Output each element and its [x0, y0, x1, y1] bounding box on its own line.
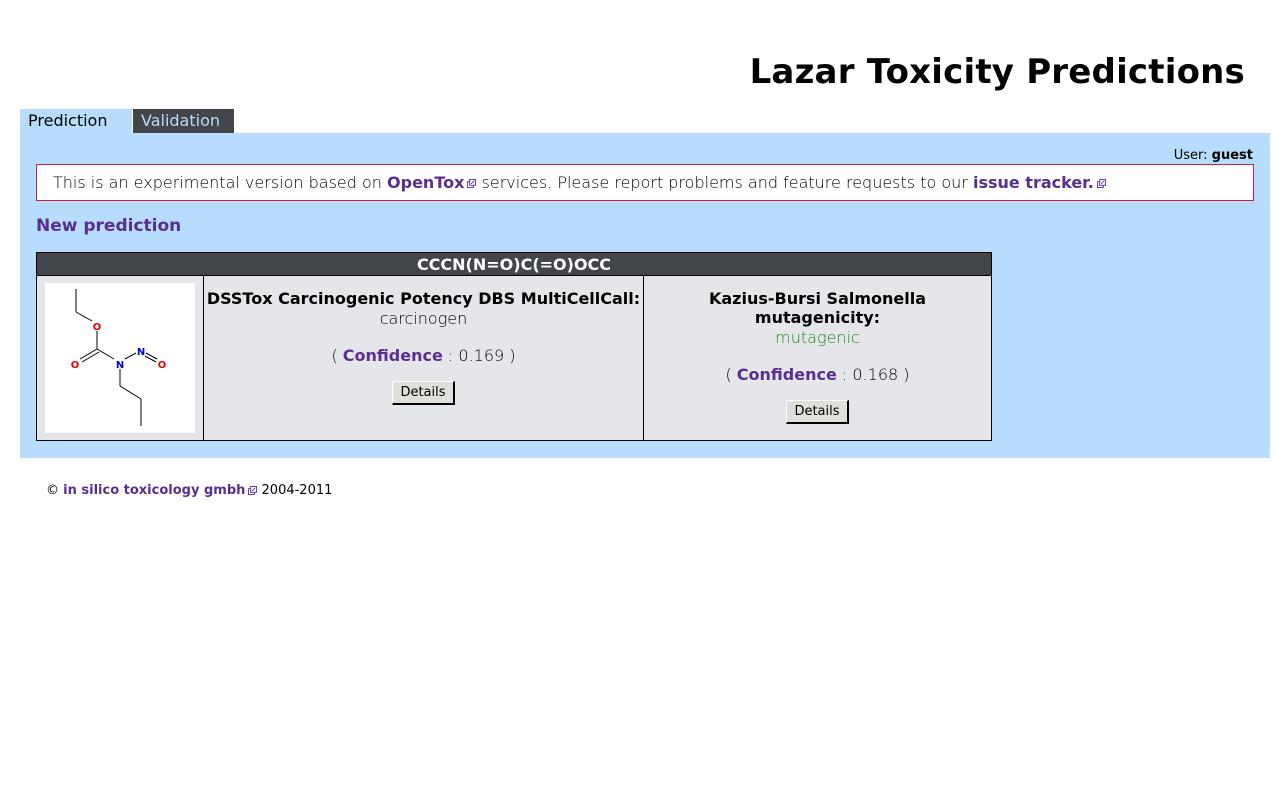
- molecule-diagram: O O N N O: [71, 289, 167, 426]
- user-name: guest: [1211, 148, 1253, 163]
- main-panel: User: guest This is an experimental vers…: [20, 133, 1270, 458]
- confidence-value: 0.169: [458, 346, 505, 365]
- user-label: User:: [1173, 148, 1208, 163]
- details-button[interactable]: Details: [392, 381, 455, 405]
- tab-validation[interactable]: Validation: [133, 109, 234, 133]
- notice-text-before: This is an experimental version based on: [53, 173, 382, 192]
- structure-cell: O O N N O: [36, 275, 204, 441]
- confidence-link[interactable]: Confidence: [737, 365, 837, 384]
- opentox-link[interactable]: OpenTox: [387, 173, 477, 192]
- notice-text-middle: services. Please report problems and fea…: [481, 173, 968, 192]
- confidence-link[interactable]: Confidence: [343, 346, 443, 365]
- external-link-icon: [467, 179, 477, 188]
- experimental-notice: This is an experimental version based on…: [36, 164, 1254, 201]
- tab-prediction[interactable]: Prediction: [20, 109, 132, 133]
- external-link-icon: [1096, 179, 1106, 188]
- atom-label: O: [158, 360, 167, 371]
- model-cell-mutagenicity: Kazius-Bursi Salmonella mutagenicity: mu…: [643, 275, 992, 441]
- prediction-result: carcinogen: [379, 309, 468, 328]
- page-title: Lazar Toxicity Predictions: [749, 52, 1245, 92]
- copyright-years: 2004-2011: [261, 483, 333, 498]
- table-row: O O N N O DSSTox Carcinogenic Potency DB…: [36, 275, 992, 441]
- atom-label: N: [137, 347, 145, 358]
- molecule-structure-image: O O N N O: [45, 283, 195, 433]
- prediction-result: mutagenic: [775, 328, 860, 347]
- atom-label: O: [71, 360, 80, 371]
- confidence-value: 0.168: [852, 365, 899, 384]
- company-link[interactable]: in silico toxicology gmbh: [63, 483, 258, 498]
- copyright-symbol: ©: [46, 483, 59, 498]
- confidence-line: ( Confidence : 0.169 ): [331, 346, 516, 365]
- issue-tracker-link[interactable]: issue tracker.: [973, 173, 1106, 192]
- new-prediction-link[interactable]: New prediction: [36, 216, 181, 236]
- atom-label: N: [116, 360, 124, 371]
- tab-bar: Prediction Validation: [20, 109, 234, 133]
- details-button[interactable]: Details: [786, 400, 849, 424]
- model-title: Kazius-Bursi Salmonella mutagenicity:: [708, 289, 927, 327]
- external-link-icon: [248, 486, 258, 495]
- model-cell-carcinogenicity: DSSTox Carcinogenic Potency DBS MultiCel…: [203, 275, 644, 441]
- user-info: User: guest: [1174, 148, 1253, 163]
- model-title: DSSTox Carcinogenic Potency DBS MultiCel…: [206, 289, 641, 308]
- confidence-line: ( Confidence : 0.168 ): [725, 365, 910, 384]
- prediction-table: CCCN(N=O)C(=O)OCC O O N N O DSSTox Carci…: [36, 252, 992, 441]
- atom-label: O: [93, 322, 102, 333]
- smiles-header: CCCN(N=O)C(=O)OCC: [36, 252, 992, 276]
- footer: © in silico toxicology gmbh 2004-2011: [46, 483, 332, 498]
